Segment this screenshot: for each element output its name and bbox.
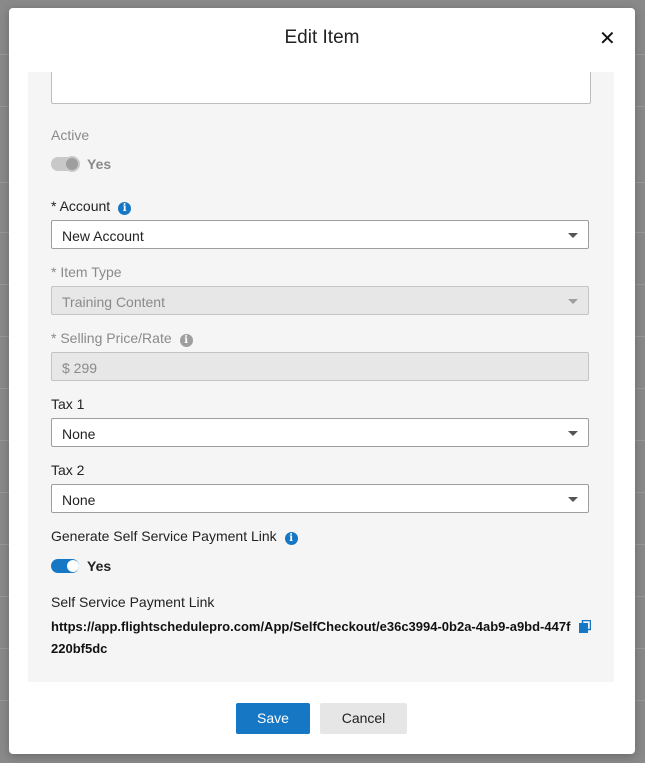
selling-price-input: $ 299 <box>51 352 589 381</box>
generate-link-toggle-label: Yes <box>87 558 112 574</box>
copy-icon[interactable] <box>579 620 591 633</box>
account-select-value: New Account <box>62 228 144 244</box>
payment-link-value: https://app.flightschedulepro.com/App/Se… <box>51 619 571 656</box>
account-label-text: * Account <box>51 198 111 214</box>
tax2-select[interactable]: None <box>51 484 589 513</box>
active-label: Active <box>51 127 90 143</box>
close-button[interactable]: ✕ <box>599 28 616 50</box>
active-toggle <box>51 156 80 172</box>
chevron-down-icon <box>568 233 578 238</box>
tax2-label: Tax 2 <box>51 462 85 478</box>
generate-link-toggle[interactable] <box>51 559 79 573</box>
generate-link-label: Generate Self Service Payment Link i <box>51 528 298 545</box>
modal-header: Edit Item ✕ <box>9 8 635 72</box>
description-textarea[interactable] <box>51 72 591 104</box>
chevron-down-icon <box>568 431 578 436</box>
chevron-down-icon <box>568 497 578 502</box>
item-type-label: * Item Type <box>51 264 122 280</box>
account-label: * Account i <box>51 198 132 215</box>
selling-price-value: $ 299 <box>62 360 98 376</box>
info-icon[interactable]: i <box>179 334 193 347</box>
form-panel[interactable]: Active Yes * Account i New Account * Item… <box>28 72 614 682</box>
item-type-select-value: Training Content <box>62 294 165 310</box>
info-icon[interactable]: i <box>118 202 132 215</box>
close-icon: ✕ <box>599 28 616 50</box>
tax1-select[interactable]: None <box>51 418 589 447</box>
account-select[interactable]: New Account <box>51 220 589 249</box>
info-icon[interactable]: i <box>284 532 298 545</box>
edit-item-modal: Edit Item ✕ Active Yes * Account i New Ac… <box>9 8 635 754</box>
item-type-select: Training Content <box>51 286 589 315</box>
tax1-select-value: None <box>62 426 96 442</box>
active-toggle-label: Yes <box>87 156 112 172</box>
cancel-button[interactable]: Cancel <box>320 703 407 734</box>
payment-link-label: Self Service Payment Link <box>51 594 215 610</box>
tax1-label: Tax 1 <box>51 396 85 412</box>
generate-link-label-text: Generate Self Service Payment Link <box>51 528 277 544</box>
selling-price-label-text: * Selling Price/Rate <box>51 330 172 346</box>
modal-title: Edit Item <box>284 27 360 48</box>
save-button[interactable]: Save <box>236 703 310 734</box>
toggle-knob <box>64 156 80 172</box>
chevron-down-icon <box>568 299 578 304</box>
toggle-knob <box>67 560 79 572</box>
tax2-select-value: None <box>62 492 96 508</box>
selling-price-label: * Selling Price/Rate i <box>51 330 193 347</box>
